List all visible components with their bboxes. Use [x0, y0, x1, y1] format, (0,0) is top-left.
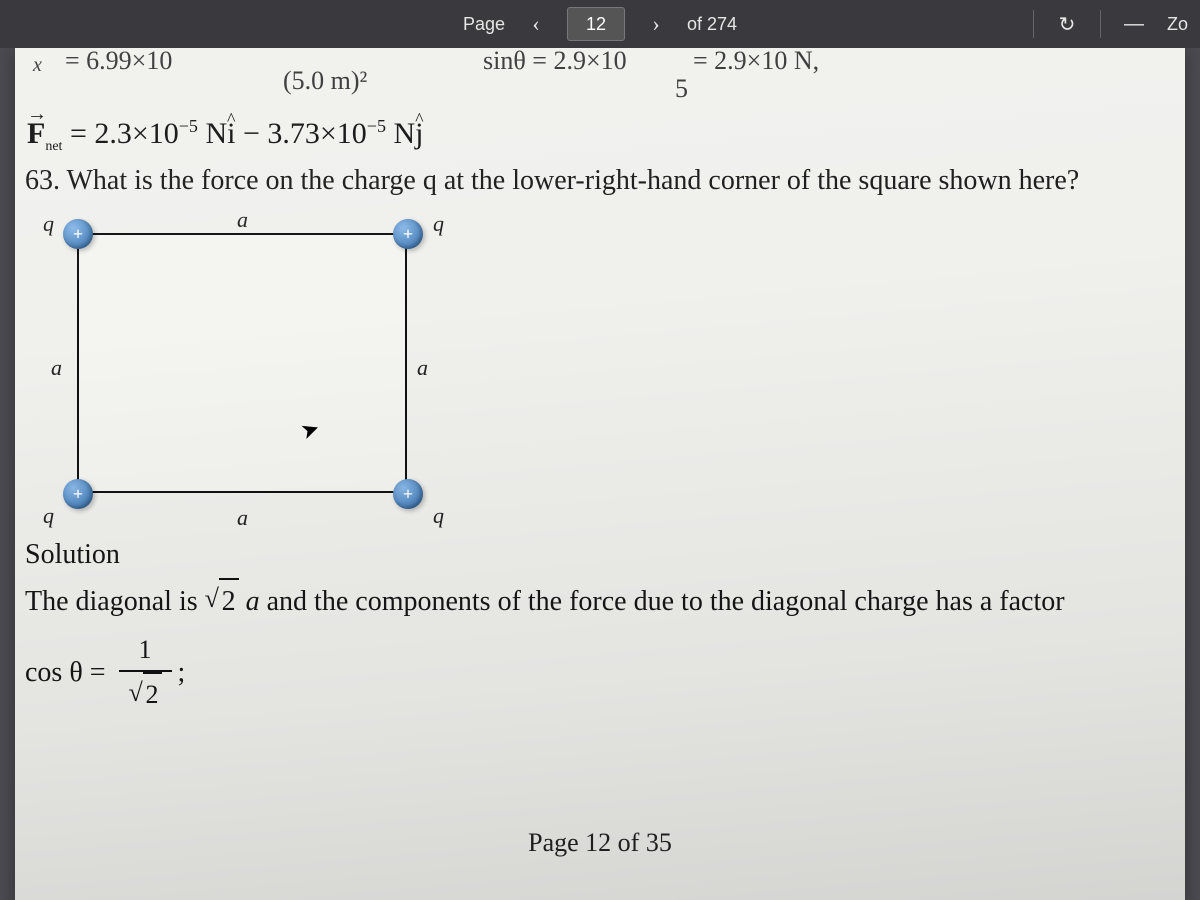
label-q-tr: q: [433, 211, 444, 237]
cutoff-previous-content: x = 6.99×10 (5.0 m)² sinθ = 2.9×10 = 2.9…: [23, 48, 1177, 110]
chevron-left-icon: ‹: [532, 11, 539, 37]
label-a-top: a: [237, 207, 248, 233]
solution-heading: Solution: [25, 533, 1175, 578]
charge-top-right: +: [393, 219, 423, 249]
zoom-out-button[interactable]: —: [1113, 7, 1155, 41]
rotate-button[interactable]: ↻: [1046, 7, 1088, 41]
label-q-br: q: [433, 503, 444, 529]
solution-text: The diagonal is 2 a and the components o…: [25, 578, 1175, 625]
problem-statement: 63. What is the force on the charge q at…: [23, 165, 1177, 201]
solution-block: Solution The diagonal is 2 a and the com…: [23, 533, 1177, 718]
next-page-button[interactable]: ›: [639, 7, 673, 41]
charge-bottom-right: +: [393, 479, 423, 509]
label-a-left: a: [51, 355, 62, 381]
document-page: x = 6.99×10 (5.0 m)² sinθ = 2.9×10 = 2.9…: [15, 48, 1185, 900]
fnet-equation: →Fnet = 2.3×10−5 N^i − 3.73×10−5 N^j: [23, 110, 1177, 165]
label-a-right: a: [417, 355, 428, 381]
page-number-input[interactable]: [567, 7, 625, 41]
chevron-right-icon: ›: [652, 11, 659, 37]
viewport[interactable]: x = 6.99×10 (5.0 m)² sinθ = 2.9×10 = 2.9…: [0, 48, 1200, 900]
frag-denominator: (5.0 m)²: [283, 66, 367, 96]
label-a-bottom: a: [237, 505, 248, 531]
page-total-label: of 274: [687, 14, 737, 35]
toolbar-divider: [1033, 10, 1034, 38]
prev-page-button[interactable]: ‹: [519, 7, 553, 41]
zoom-label-fragment: Zo: [1167, 14, 1188, 35]
minus-icon: —: [1124, 13, 1144, 36]
page-label: Page: [463, 14, 505, 35]
label-q-bl: q: [43, 503, 54, 529]
charge-top-left: +: [63, 219, 93, 249]
frag-mid: sinθ = 2.9×10: [483, 48, 627, 76]
frag-under5: 5: [675, 74, 688, 104]
frag-right: = 2.9×10 N,: [693, 48, 819, 76]
pdf-toolbar: Page ‹ › of 274 ↻ — Zo: [0, 0, 1200, 48]
label-q-tl: q: [43, 211, 54, 237]
page-footer: Page 12 of 35: [23, 828, 1177, 858]
toolbar-divider: [1100, 10, 1101, 38]
frag-left-val: = 6.99×10: [65, 48, 172, 76]
cos-theta-equation: cos θ = 1 2 ;: [25, 631, 1175, 718]
frag-left: x: [33, 54, 42, 77]
rotate-icon: ↻: [1059, 12, 1076, 37]
square-diagram: + + + + q q q q a a a a ➤: [41, 207, 471, 527]
charge-bottom-left: +: [63, 479, 93, 509]
square-shape: [77, 233, 407, 493]
